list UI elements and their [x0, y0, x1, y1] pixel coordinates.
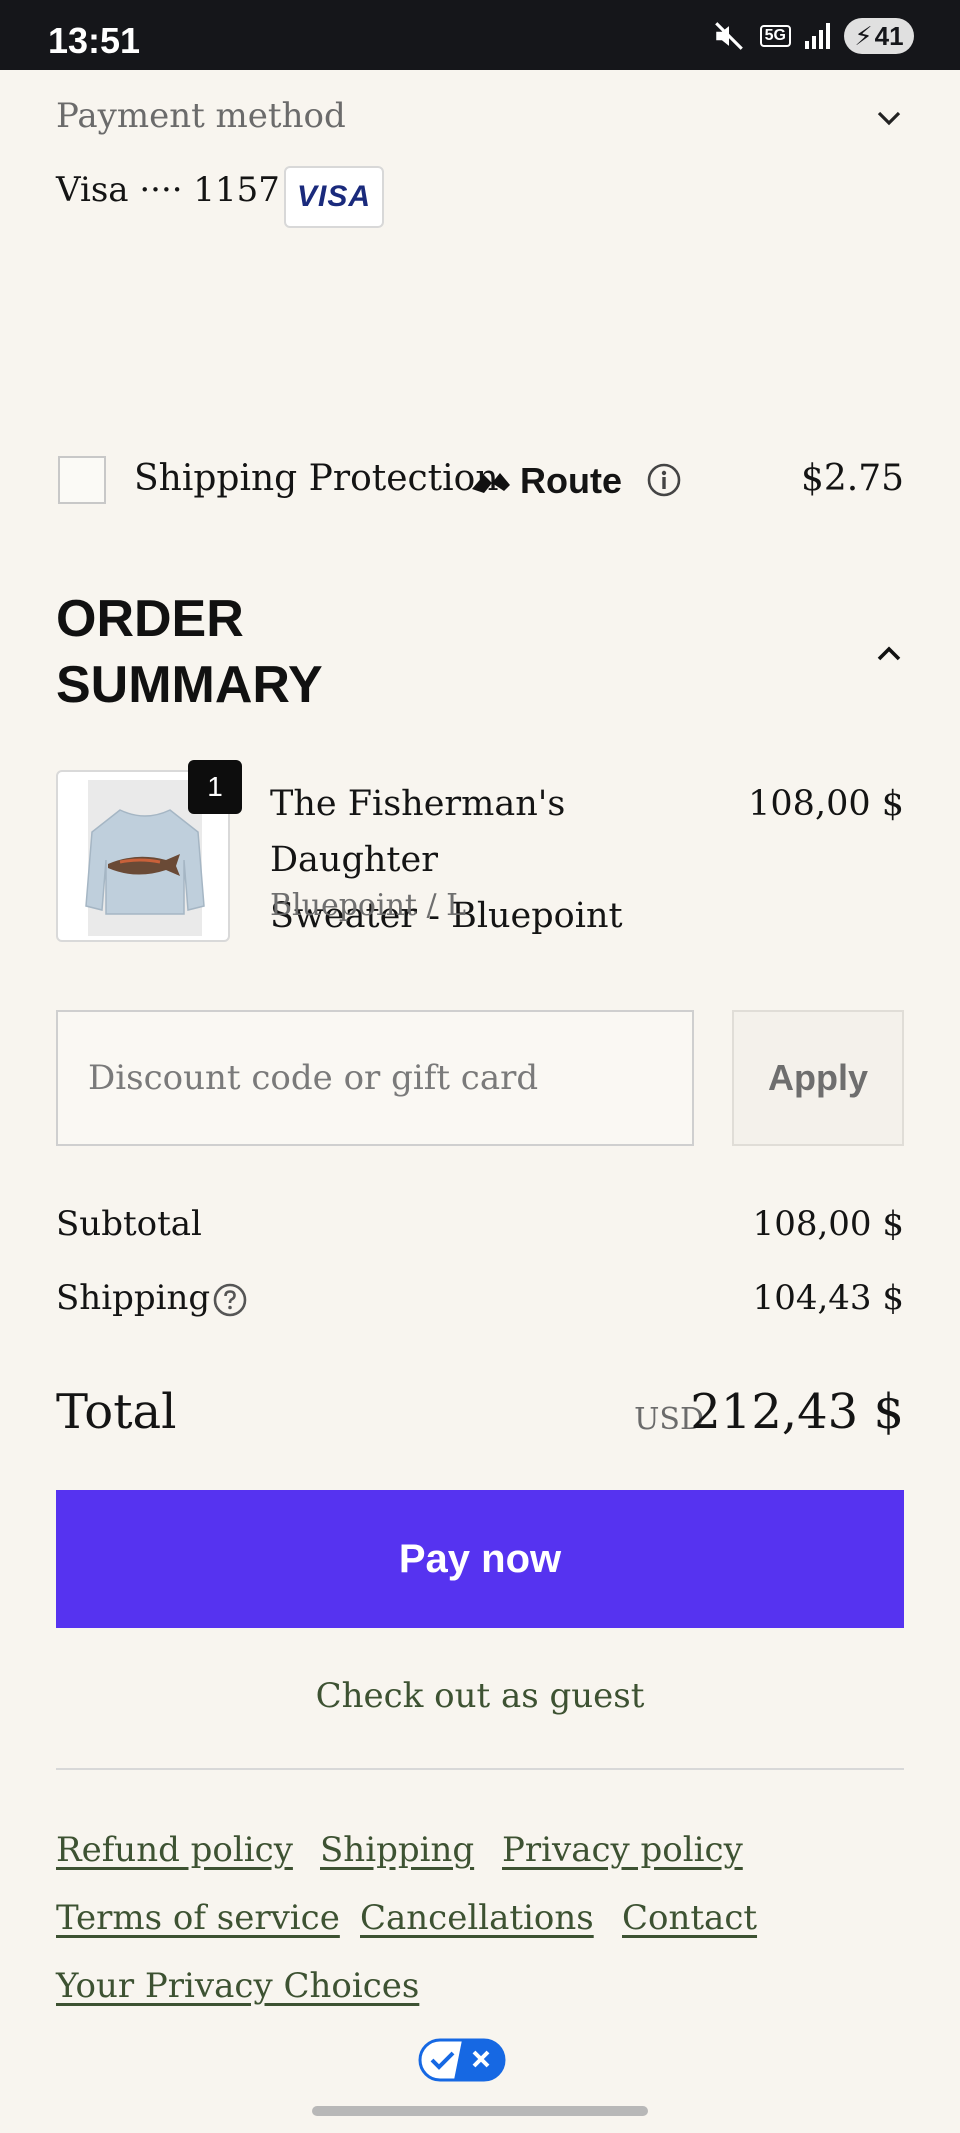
payment-card-text: Visa ···· 1157	[56, 170, 280, 210]
contact-link[interactable]: Contact	[622, 1898, 757, 1938]
privacy-choices-icon[interactable]	[418, 2038, 506, 2082]
order-summary-title-line1: ORDER	[56, 590, 244, 648]
shipping-value: 104,43 $	[752, 1278, 904, 1318]
apply-discount-button[interactable]: Apply	[732, 1010, 904, 1146]
total-value: 212,43 $	[690, 1384, 904, 1440]
order-summary-title[interactable]: ORDER SUMMARY	[56, 586, 323, 718]
shipping-row: Shipping 104,43 $	[56, 1278, 904, 1322]
home-indicator[interactable]	[312, 2106, 648, 2116]
route-icon	[472, 473, 510, 493]
battery-icon: ⚡ 41	[844, 18, 914, 54]
status-time: 13:51	[48, 20, 141, 61]
total-label: Total	[56, 1384, 177, 1440]
shipping-protection-checkbox[interactable]	[58, 456, 106, 504]
total-row: Total USD 212,43 $	[56, 1380, 904, 1450]
charging-bolt-icon: ⚡	[854, 20, 873, 51]
signal-icon	[805, 23, 830, 49]
shipping-protection-label: Shipping Protection	[134, 458, 499, 499]
status-icons: 5G ⚡ 41	[712, 18, 914, 54]
shipping-protection-price: $2.75	[800, 458, 904, 499]
privacy-choices-link[interactable]: Your Privacy Choices	[56, 1966, 419, 2006]
status-bar: 13:51 5G ⚡ 41	[0, 0, 960, 70]
product-variant: Bluepoint / L	[270, 888, 467, 923]
help-icon[interactable]	[212, 1282, 248, 1318]
quantity-badge: 1	[188, 760, 242, 814]
route-label: Route	[520, 460, 622, 501]
cancellations-link[interactable]: Cancellations	[360, 1898, 594, 1938]
chevron-down-icon[interactable]	[874, 106, 904, 130]
subtotal-label: Subtotal	[56, 1204, 202, 1244]
order-item: 1 The Fisherman's Daughter Sweater - Blu…	[56, 760, 904, 970]
sweater-image	[85, 809, 205, 915]
mute-icon	[714, 22, 743, 50]
guest-checkout-link[interactable]: Check out as guest	[56, 1676, 904, 1716]
info-icon[interactable]	[646, 462, 682, 498]
chevron-up-icon[interactable]	[874, 642, 904, 666]
product-name-line1: The Fisherman's Daughter	[270, 784, 566, 880]
network-5g-icon: 5G	[759, 25, 791, 47]
subtotal-value: 108,00 $	[752, 1204, 904, 1244]
battery-level: 41	[874, 20, 904, 51]
order-summary-title-line2: SUMMARY	[56, 656, 323, 714]
subtotal-row: Subtotal 108,00 $	[56, 1204, 904, 1248]
terms-of-service-link[interactable]: Terms of service	[56, 1898, 340, 1938]
route-logo: Route	[470, 460, 622, 502]
discount-code-input[interactable]	[56, 1010, 694, 1146]
privacy-policy-link[interactable]: Privacy policy	[502, 1830, 743, 1870]
shipping-protection-row: Shipping Protection Route $2.75	[56, 444, 904, 516]
shipping-policy-link[interactable]: Shipping	[320, 1830, 474, 1870]
product-price: 108,00 $	[748, 784, 904, 824]
shipping-label: Shipping	[56, 1278, 211, 1318]
pay-now-button[interactable]: Pay now	[56, 1490, 904, 1628]
refund-policy-link[interactable]: Refund policy	[56, 1830, 293, 1870]
divider	[56, 1768, 904, 1770]
visa-logo: VISA	[284, 166, 384, 228]
payment-method-label: Payment method	[56, 96, 346, 136]
